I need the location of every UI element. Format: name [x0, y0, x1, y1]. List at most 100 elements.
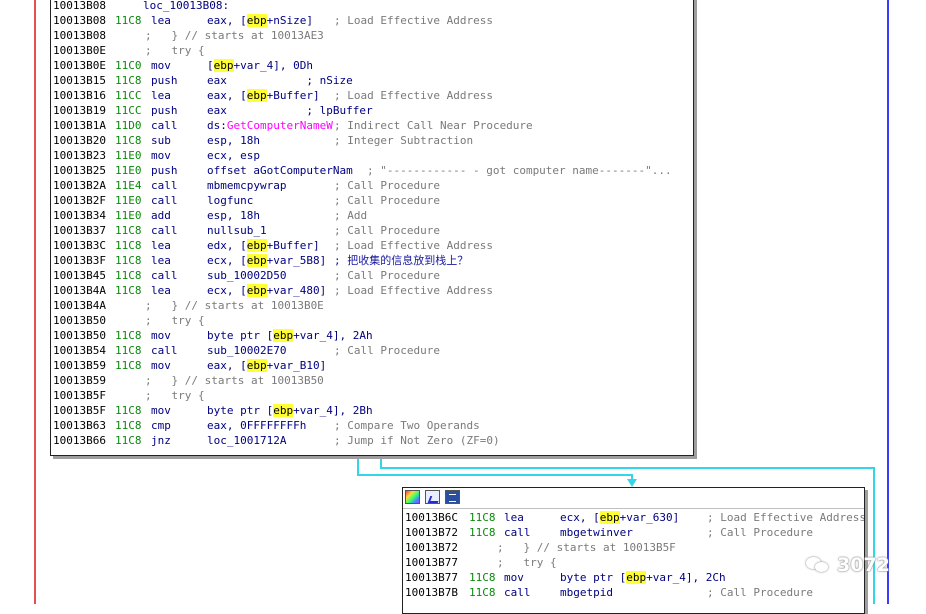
code-line[interactable]: 10013B16 11CC lea eax, [ebp+Buffer] ; Load E… — [51, 88, 693, 103]
address: 10013B2A — [53, 179, 106, 192]
code-line[interactable]: 10013B2A 11E4 call mbmemcpywrap ; Call Proce… — [51, 178, 693, 193]
address: 10013B54 — [53, 344, 106, 357]
operand-part: +var_5B8] — [266, 254, 327, 267]
comment-text: ; Call Procedure — [707, 586, 813, 599]
comment: ; Call Procedure — [334, 223, 440, 238]
comment-text: ; Indirect Call Near Procedure — [334, 119, 533, 132]
code-line[interactable]: 10013B7B 11C8 call mbgetpid ; Call Procedure — [403, 585, 864, 600]
code-line[interactable]: 10013B08 loc_10013B08: — [51, 0, 693, 13]
code-line[interactable]: 10013B4A ; } // starts at 10013B0E — [51, 298, 693, 313]
operands: esp, 18h — [207, 133, 260, 148]
stack-pointer: 11C8 — [115, 359, 142, 372]
code-line[interactable]: 10013B50 11C8 mov byte ptr [ebp+var_4], 2Ah — [51, 328, 693, 343]
code-line[interactable]: 10013B66 11C8 jnz loc_1001712A ; Jump if Not… — [51, 433, 693, 448]
operands: ecx, [ebp+var_630] — [560, 510, 679, 525]
stack-pointer: 11E0 — [115, 194, 142, 207]
try-block-comment: ; try { — [145, 44, 205, 57]
palette-icon[interactable] — [405, 490, 420, 504]
code-line[interactable]: 10013B15 11C8 push eax ; nSize — [51, 73, 693, 88]
edge-arrow-head — [627, 479, 637, 487]
operand-part: ecx, esp — [207, 149, 260, 162]
stack-pointer: 11C8 — [115, 224, 142, 237]
highlighted-register[interactable]: ebp — [273, 329, 294, 342]
code-line[interactable]: 10013B77 11C8 mov byte ptr [ebp+var_4], 2Ch — [403, 570, 864, 585]
operand-part: byte ptr [ — [560, 571, 627, 584]
comment: ; Load Effective Address — [334, 13, 493, 28]
operand-part: [ — [207, 59, 214, 72]
api-name[interactable]: GetComputerNameW — [227, 119, 333, 132]
highlighted-register[interactable]: ebp — [213, 59, 234, 72]
code-line[interactable]: 10013B23 11E0 mov ecx, esp — [51, 148, 693, 163]
edge-cyan-branch — [357, 474, 633, 476]
highlighted-register[interactable]: ebp — [246, 14, 267, 27]
code-line[interactable]: 10013B59 ; } // starts at 10013B50 — [51, 373, 693, 388]
code-line[interactable]: 10013B34 11E0 add esp, 18h ; Add — [51, 208, 693, 223]
code-line[interactable]: 10013B5F 11C8 mov byte ptr [ebp+var_4], 2Bh — [51, 403, 693, 418]
comment: ; Call Procedure — [334, 178, 440, 193]
edge-left-red — [34, 0, 36, 604]
operand-part: +Buffer] — [266, 239, 320, 252]
address: 10013B5F — [53, 389, 106, 402]
comment-text: ; Load Effective Address — [334, 89, 493, 102]
highlighted-register[interactable]: ebp — [246, 254, 267, 267]
code-line[interactable]: 10013B77 ; try { — [403, 555, 864, 570]
highlighted-register[interactable]: ebp — [246, 284, 267, 297]
highlighted-register[interactable]: ebp — [599, 511, 620, 524]
highlighted-register[interactable]: ebp — [246, 89, 267, 102]
stack-pointer: 11C8 — [115, 14, 142, 27]
basic-block-main[interactable]: 10013B08 loc_10013B08: 10013B08 11C8 lea eax,… — [50, 0, 694, 456]
code-line[interactable]: 10013B4A 11C8 lea ecx, [ebp+var_480] ; Load … — [51, 283, 693, 298]
code-line[interactable]: 10013B2F 11E0 call logfunc ; Call Procedure — [51, 193, 693, 208]
code-line[interactable]: 10013B3F 11C8 lea ecx, [ebp+var_5B8] ; 把收集的信… — [51, 253, 693, 268]
code-icon[interactable] — [445, 490, 460, 504]
code-line[interactable]: 10013B45 11C8 call sub_10002D50 ; Call Proce… — [51, 268, 693, 283]
code-line[interactable]: 10013B37 11C8 call nullsub_1 ; Call Procedur… — [51, 223, 693, 238]
code-line[interactable]: 10013B50 ; try { — [51, 313, 693, 328]
comment-text: ; "------------ - got computer name-----… — [367, 164, 672, 177]
code-line[interactable]: 10013B63 11C8 cmp eax, 0FFFFFFFFh ; Compare … — [51, 418, 693, 433]
operand-part: nullsub_1 — [207, 224, 267, 237]
code-line[interactable]: 10013B08 ; } // starts at 10013AE3 — [51, 28, 693, 43]
mnemonic: call — [151, 194, 178, 207]
address: 10013B59 — [53, 359, 106, 372]
code-line[interactable]: 10013B59 11C8 mov eax, [ebp+var_B10] — [51, 358, 693, 373]
address: 10013B08 — [53, 14, 106, 27]
mnemonic: mov — [151, 59, 171, 72]
basic-block-secondary[interactable]: 10013B6C 11C8 lea ecx, [ebp+var_630]; Load … — [402, 487, 865, 614]
comment-text: ; Call Procedure — [334, 269, 440, 282]
mnemonic: mov — [504, 571, 524, 584]
stack-pointer: 11C8 — [115, 404, 142, 417]
code-line[interactable]: 10013B72 ; } // starts at 10013B5F — [403, 540, 864, 555]
operands: eax, [ebp+Buffer] — [207, 88, 320, 103]
highlighted-register[interactable]: ebp — [246, 359, 267, 372]
highlighted-register[interactable]: ebp — [273, 404, 294, 417]
operands: logfunc — [207, 193, 253, 208]
address: 10013B25 — [53, 164, 106, 177]
highlighted-register[interactable]: ebp — [626, 571, 647, 584]
mnemonic: lea — [151, 89, 171, 102]
operands: eax ; nSize — [207, 73, 353, 88]
operand-part: eax, [ — [207, 89, 247, 102]
code-line[interactable]: 10013B72 11C8 call mbgetwinver ; Call Proced… — [403, 525, 864, 540]
code-line[interactable]: 10013B25 11E0 push offset aGotComputerNam ; … — [51, 163, 693, 178]
address: 10013B3F — [53, 254, 106, 267]
address: 10013B63 — [53, 419, 106, 432]
code-line[interactable]: 10013B19 11CC push eax ; lpBuffer — [51, 103, 693, 118]
comment-text: ; Call Procedure — [334, 224, 440, 237]
code-line[interactable]: 10013B0E ; try { — [51, 43, 693, 58]
disassembly-listing: 10013B08 loc_10013B08: 10013B08 11C8 lea eax,… — [51, 0, 693, 448]
operand-part: byte ptr [ — [207, 404, 274, 417]
code-line[interactable]: 10013B5F ; try { — [51, 388, 693, 403]
address: 10013B50 — [53, 314, 106, 327]
code-line[interactable]: 10013B20 11C8 sub esp, 18h ; Integer Subtrac… — [51, 133, 693, 148]
code-line[interactable]: 10013B6C 11C8 lea ecx, [ebp+var_630] ; Load … — [403, 510, 864, 525]
code-line[interactable]: 10013B0E 11C0 mov [ebp+var_4], 0Dh — [51, 58, 693, 73]
graph-icon[interactable] — [425, 490, 440, 504]
code-line[interactable]: 10013B3C 11C8 lea edx, [ebp+Buffer] ; Load E… — [51, 238, 693, 253]
code-line[interactable]: 10013B1A 11D0 call ds:GetComputerNameW; Ind… — [51, 118, 693, 133]
highlighted-register[interactable]: ebp — [246, 239, 267, 252]
code-line[interactable]: 10013B08 11C8 lea eax, [ebp+nSize] ; Load Ef… — [51, 13, 693, 28]
address: 10013B77 — [405, 571, 458, 584]
address: 10013B0E — [53, 44, 106, 57]
code-line[interactable]: 10013B54 11C8 call sub_10002E70 ; Call Proce… — [51, 343, 693, 358]
